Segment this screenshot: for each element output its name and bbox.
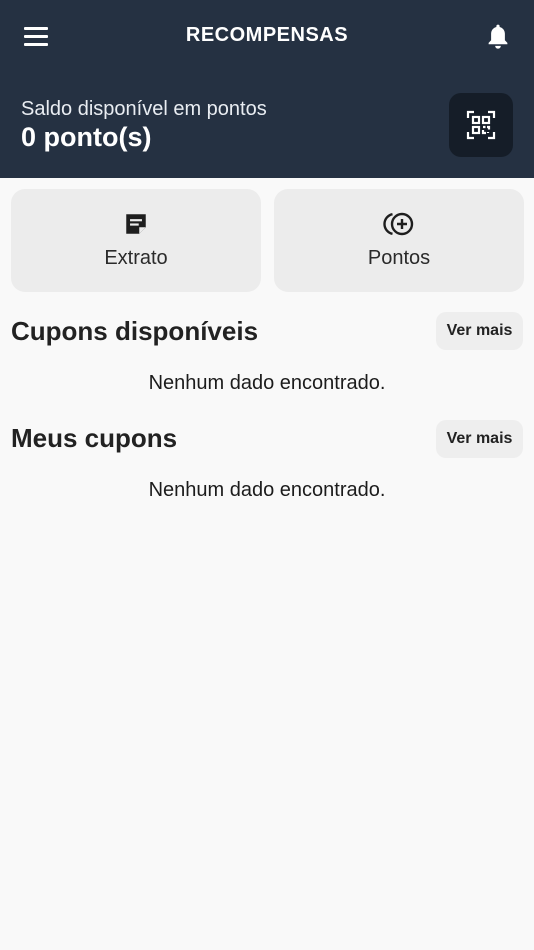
add-coins-icon (383, 212, 414, 236)
notifications-button[interactable] (482, 20, 514, 54)
pontos-card[interactable]: Pontos (274, 189, 524, 292)
app-header: RECOMPENSAS Saldo disponível em pontos 0… (0, 0, 534, 178)
bell-icon (488, 24, 508, 49)
qr-code-button[interactable] (449, 93, 513, 157)
qr-code-scan-icon (466, 110, 496, 140)
pontos-label: Pontos (367, 247, 431, 269)
my-coupons-more-button[interactable]: Ver mais (436, 420, 523, 458)
available-coupons-title: Cupons disponíveis (11, 316, 259, 346)
note-icon (126, 214, 146, 234)
extrato-card[interactable]: Extrato (11, 189, 261, 292)
page-title: RECOMPENSAS (185, 24, 349, 46)
balance-value: 0 ponto(s) (21, 122, 152, 152)
my-coupons-empty-message: Nenhum dado encontrado. (148, 479, 386, 501)
my-coupons-title: Meus cupons (11, 423, 178, 453)
balance-label: Saldo disponível em pontos (21, 98, 267, 120)
available-coupons-empty-message: Nenhum dado encontrado. (148, 372, 386, 394)
available-coupons-more-button[interactable]: Ver mais (436, 312, 523, 350)
extrato-label: Extrato (104, 247, 168, 269)
